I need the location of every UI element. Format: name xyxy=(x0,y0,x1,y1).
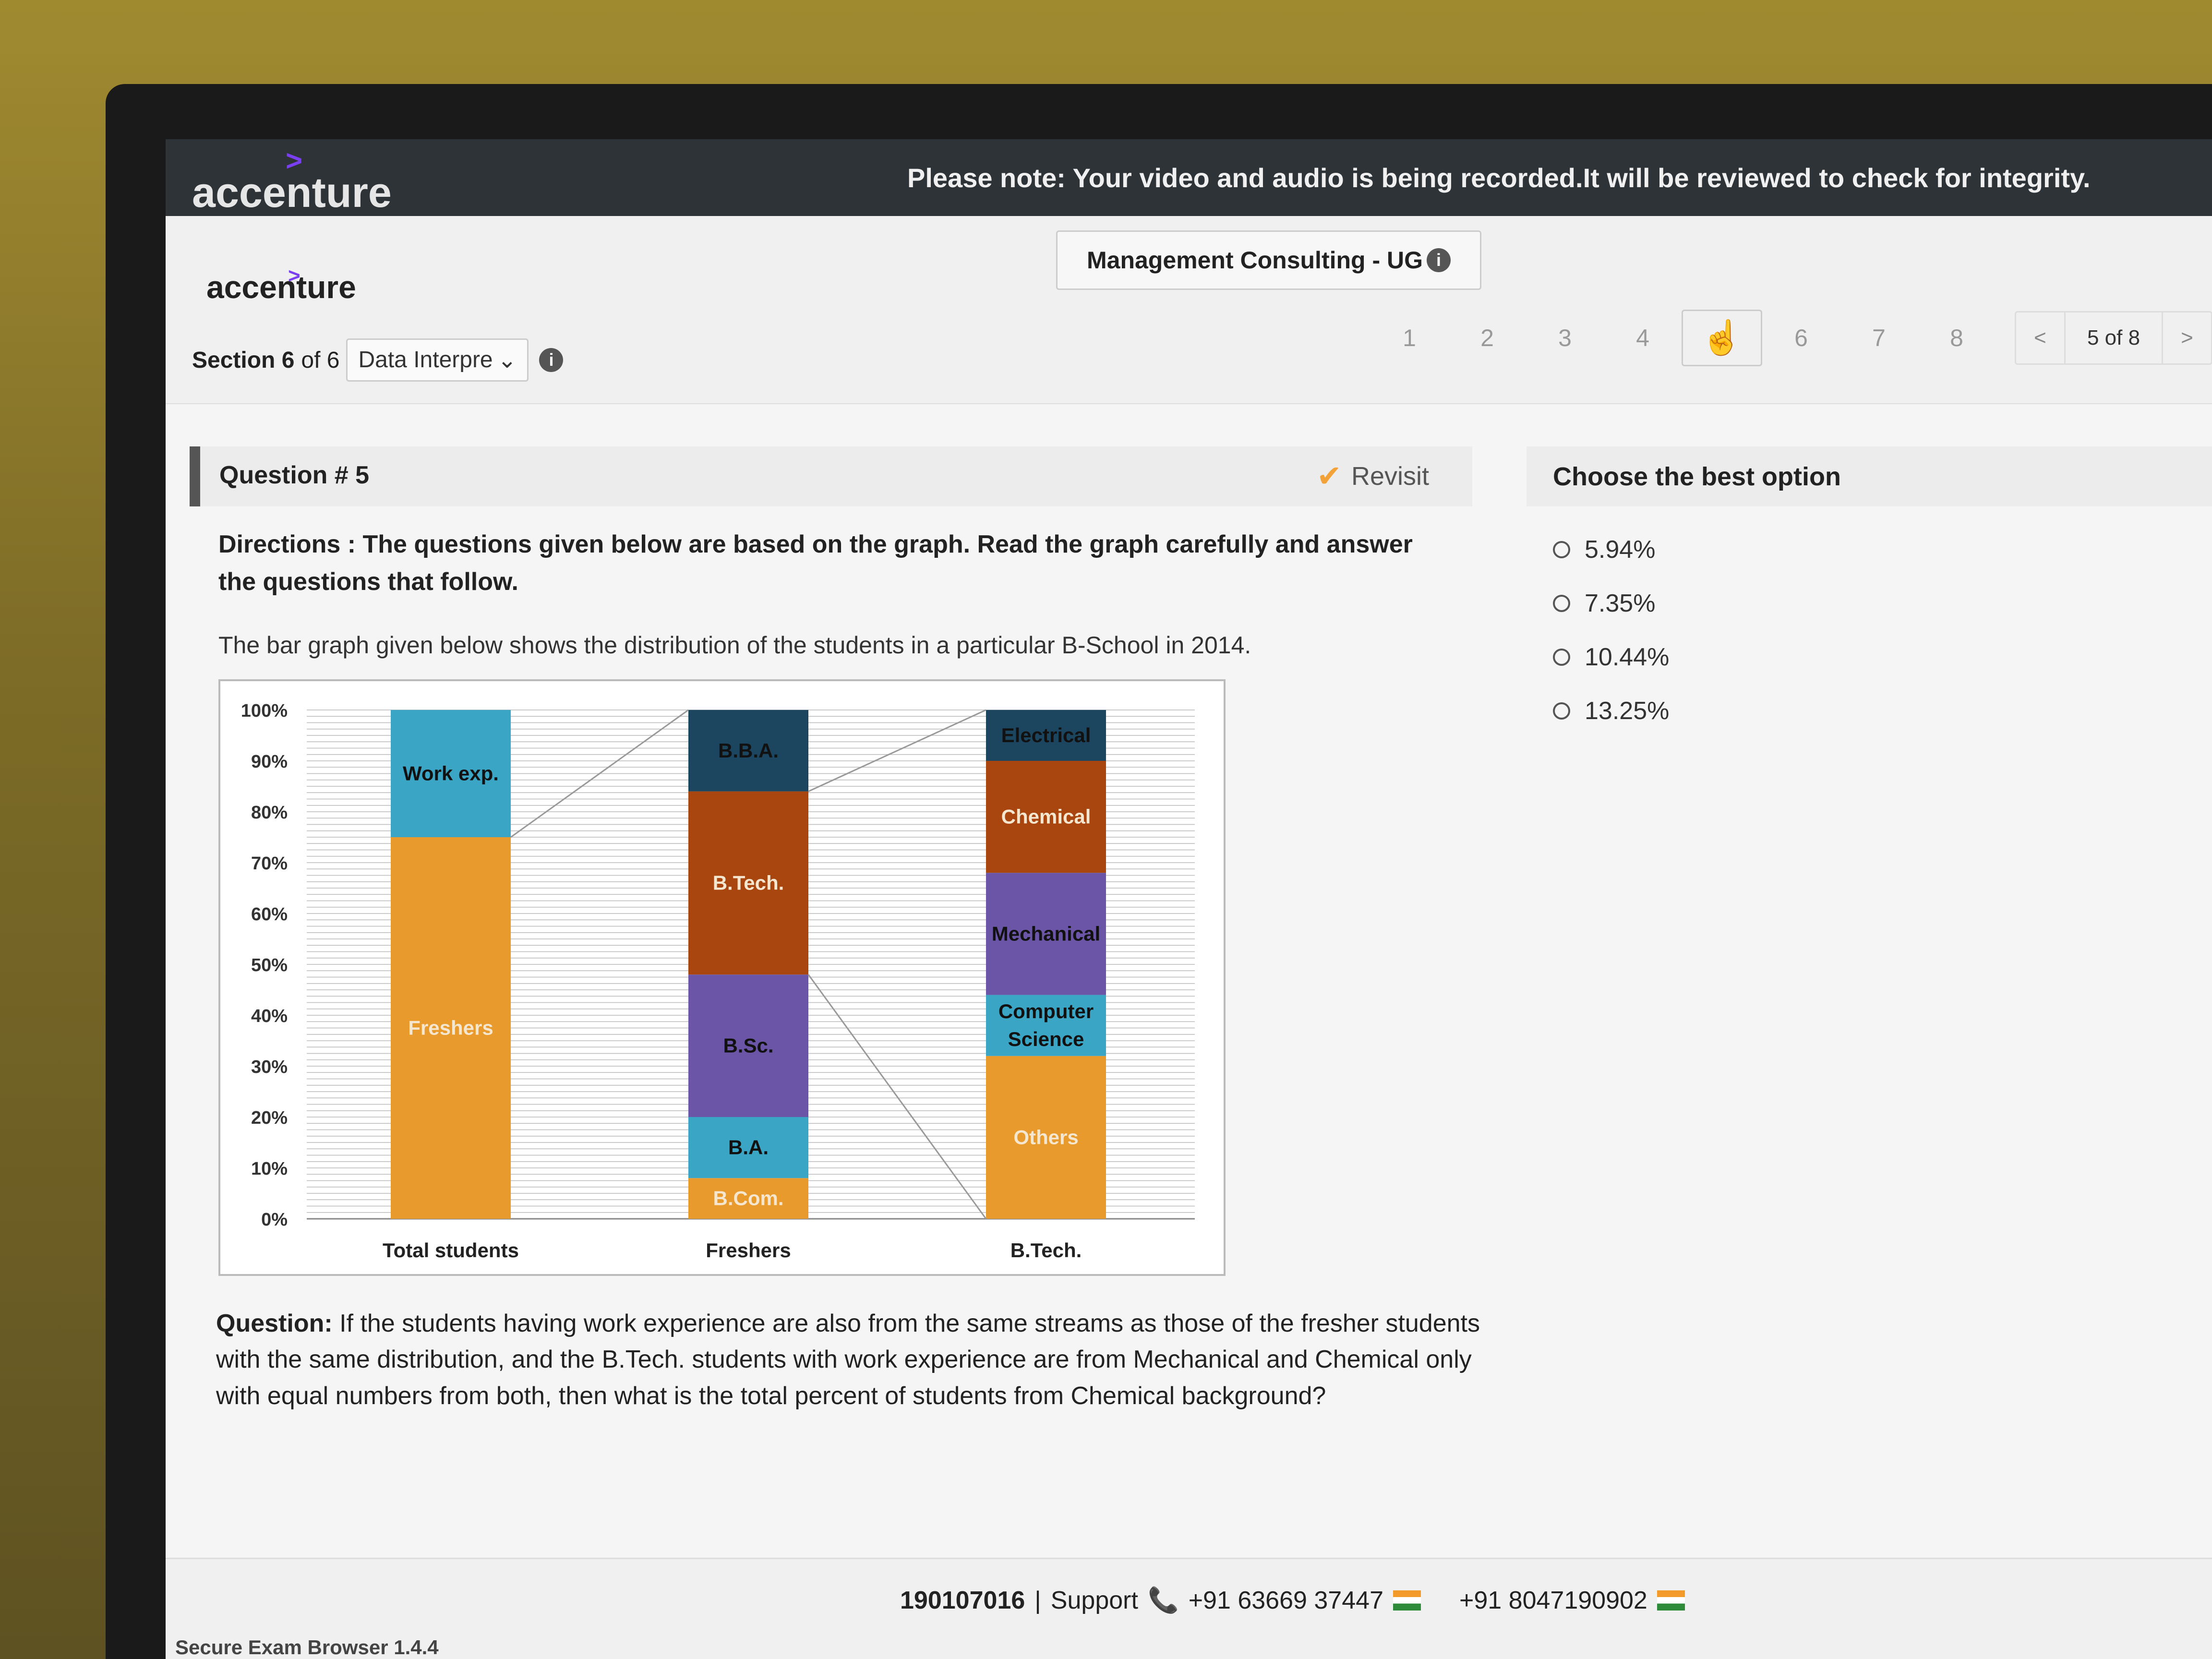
segment-label: Electrical xyxy=(1001,724,1091,746)
pager-nav: < 5 of 8 > xyxy=(2015,311,2212,365)
segment-label: B.Sc. xyxy=(723,1034,773,1057)
phone-icon: 📞 xyxy=(1147,1587,1179,1614)
hand-pointer-icon: ☝ xyxy=(1701,319,1743,356)
segment-label: B.B.A. xyxy=(718,739,779,762)
prev-button[interactable]: < xyxy=(2016,313,2064,363)
course-title[interactable]: Management Consulting - UG i xyxy=(1056,230,1481,290)
segment-label: Others xyxy=(1013,1126,1078,1148)
support-info: 190107016 | Support 📞 +91 63669 37447 +9… xyxy=(900,1586,1685,1615)
option-label: 13.25% xyxy=(1585,697,1670,725)
question-text: If the students having work experience a… xyxy=(216,1310,1480,1410)
chart-svg: 0% 10% 20% 30% 40% 50% 60% 70% 80% 90% 100% Fresher… xyxy=(241,701,1195,1262)
y-tick-label: 90% xyxy=(251,752,288,772)
segment-label: B.Tech. xyxy=(713,871,784,894)
y-tick-label: 20% xyxy=(251,1108,288,1128)
next-button[interactable]: > xyxy=(2163,313,2211,363)
y-tick-label: 0% xyxy=(261,1210,288,1230)
browser-version: Secure Exam Browser 1.4.4 xyxy=(175,1636,439,1659)
edit-check-icon: ✔ xyxy=(1317,460,1342,493)
section-dropdown[interactable]: Data Interpre ⌄ xyxy=(346,338,529,382)
option-4[interactable]: 13.25% xyxy=(1553,697,1669,725)
y-tick-label: 10% xyxy=(251,1159,288,1179)
support-phone-1: +91 63669 37447 xyxy=(1188,1586,1383,1614)
segment-label: Freshers xyxy=(408,1017,493,1039)
header-logo: accenture xyxy=(192,168,392,216)
exam-screen: > accenture Please note: Your video and … xyxy=(166,139,2212,1659)
section-label: Section 6 xyxy=(192,347,295,373)
options-header: Choose the best option xyxy=(1527,446,2212,506)
radio-icon[interactable] xyxy=(1553,649,1570,666)
separator: | xyxy=(1034,1586,1041,1614)
chevron-down-icon: ⌄ xyxy=(497,348,517,373)
footer: 190107016 | Support 📞 +91 63669 37447 +9… xyxy=(166,1558,2212,1659)
page-1[interactable]: 1 xyxy=(1370,311,1448,365)
section-of: of 6 xyxy=(301,347,340,373)
segment-label: B.A. xyxy=(728,1136,769,1159)
option-label: 7.35% xyxy=(1585,589,1656,617)
y-tick-label: 40% xyxy=(251,1006,288,1026)
x-category-label: Total students xyxy=(383,1239,519,1262)
segment-label: Work exp. xyxy=(403,762,499,785)
candidate-id: 190107016 xyxy=(900,1586,1025,1614)
radio-icon[interactable] xyxy=(1553,702,1570,720)
graph-description: The bar graph given below shows the dist… xyxy=(218,632,1251,659)
page-6[interactable]: 6 xyxy=(1762,311,1840,365)
india-flag-icon xyxy=(1393,1590,1421,1611)
y-tick-label: 80% xyxy=(251,803,288,823)
recording-notice: Please note: Your video and audio is bei… xyxy=(907,162,2091,193)
stacked-bar-chart: 0% 10% 20% 30% 40% 50% 60% 70% 80% 90% 100% Fresher… xyxy=(218,679,1226,1276)
page-5-current[interactable]: ☝ xyxy=(1682,310,1762,366)
question-body: Question: If the students having work ex… xyxy=(216,1306,1488,1414)
india-flag-icon xyxy=(1657,1590,1685,1611)
option-1[interactable]: 5.94% xyxy=(1553,535,1655,564)
x-category-label: B.Tech. xyxy=(1010,1239,1082,1262)
option-label: 10.44% xyxy=(1585,643,1670,671)
course-name: Management Consulting - UG xyxy=(1087,247,1423,274)
connector-line xyxy=(808,709,986,792)
y-tick-label: 30% xyxy=(251,1057,288,1077)
question-header: Question # 5 ✔ Revisit xyxy=(190,446,1472,506)
page-2[interactable]: 2 xyxy=(1448,311,1526,365)
y-tick-label: 60% xyxy=(251,904,288,925)
directions-text: Directions : The questions given below a… xyxy=(218,530,1413,596)
top-bar: > accenture Please note: Your video and … xyxy=(166,139,2212,216)
sub-logo: accenture xyxy=(206,269,356,305)
revisit-label: Revisit xyxy=(1351,461,1429,491)
question-number: Question # 5 xyxy=(219,461,370,489)
info-icon[interactable]: i xyxy=(539,348,564,372)
options-panel: Choose the best option 5.94% 7.35% 10.44… xyxy=(1527,446,2212,1565)
x-category-label: Freshers xyxy=(706,1239,791,1262)
segment-label: Chemical xyxy=(1001,805,1091,828)
support-phone-2: +91 8047190902 xyxy=(1459,1586,1647,1614)
segment-label: Computer xyxy=(998,1000,1094,1022)
segment-label: B.Com. xyxy=(713,1187,784,1210)
radio-icon[interactable] xyxy=(1553,595,1570,612)
pager-label: 5 of 8 xyxy=(2064,313,2163,363)
y-tick-label: 100% xyxy=(241,701,288,721)
info-icon[interactable]: i xyxy=(1427,248,1451,272)
page-7[interactable]: 7 xyxy=(1840,311,1918,365)
question-label: Question: xyxy=(216,1310,333,1337)
connector-line xyxy=(807,974,987,1219)
revisit-button[interactable]: ✔ Revisit xyxy=(1317,458,1429,493)
section-selector: Section 6 of 6 Data Interpre ⌄ i xyxy=(192,338,564,382)
page-3[interactable]: 3 xyxy=(1526,311,1604,365)
option-2[interactable]: 7.35% xyxy=(1553,589,1655,618)
section-dropdown-value: Data Interpre xyxy=(358,347,493,373)
radio-icon[interactable] xyxy=(1553,541,1570,558)
segment-label: Science xyxy=(1008,1028,1084,1050)
y-tick-label: 50% xyxy=(251,955,288,975)
question-pager: 1 2 3 4 ☝ 6 7 8 < 5 of 8 > xyxy=(1370,310,2212,366)
y-tick-label: 70% xyxy=(251,854,288,874)
question-panel: Question # 5 ✔ Revisit Directions : The … xyxy=(190,446,1480,1565)
option-3[interactable]: 10.44% xyxy=(1553,643,1669,672)
segment-label: Mechanical xyxy=(992,922,1100,945)
page-8[interactable]: 8 xyxy=(1918,311,1996,365)
sub-header: > accenture Management Consulting - UG i… xyxy=(166,216,2212,404)
page-4[interactable]: 4 xyxy=(1604,311,1682,365)
support-label: Support xyxy=(1050,1586,1138,1614)
option-label: 5.94% xyxy=(1585,536,1656,564)
